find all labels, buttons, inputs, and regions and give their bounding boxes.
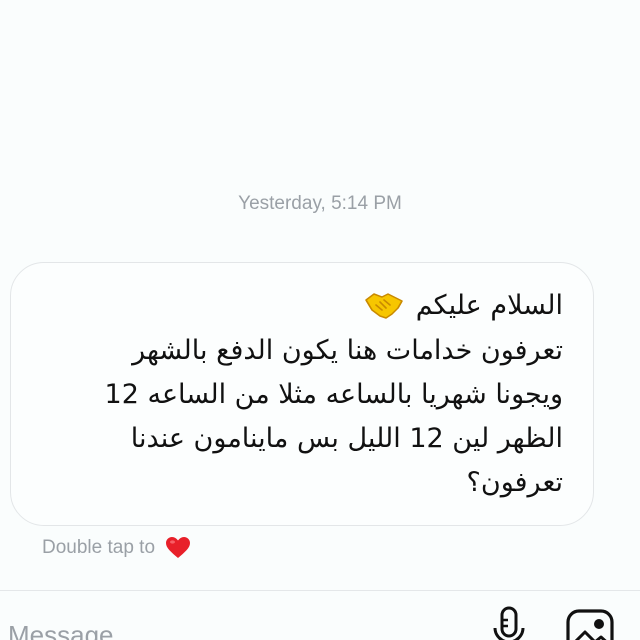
message-line-4: تعرفون؟ <box>466 467 563 498</box>
greeting-text: السلام عليكم <box>415 289 563 321</box>
microphone-icon[interactable] <box>490 606 530 640</box>
message-line-3: الظهر لين 12 الليل بس ماينامون عندنا <box>130 423 563 454</box>
gallery-icon[interactable] <box>565 606 617 640</box>
message-bubble[interactable]: السلام عليكم تعرفون خدامات هنا يكون الدف… <box>10 262 594 526</box>
message-line-2: ويجونا شهريا بالساعه مثلا من الساعه 12 <box>104 379 563 410</box>
greeting-line: السلام عليكم <box>364 285 563 325</box>
message-line-1: تعرفون خدامات هنا يكون الدفع بالشهر <box>132 335 563 366</box>
double-tap-hint: Double tap to <box>42 536 191 560</box>
message-timestamp: Yesterday, 5:14 PM <box>238 193 402 214</box>
message-input[interactable] <box>8 615 468 640</box>
direct-message-screen: Yesterday, 5:14 PM السلام عليكم تعرفون خ… <box>0 0 640 640</box>
heart-icon <box>166 537 191 558</box>
handshake-icon <box>364 293 403 319</box>
composer-divider <box>0 590 640 591</box>
double-tap-label: Double tap to <box>42 537 156 558</box>
